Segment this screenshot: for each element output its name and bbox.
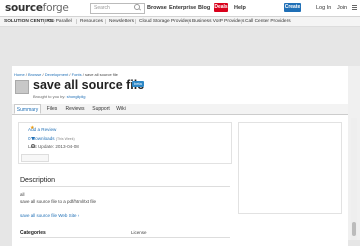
divider (20, 186, 230, 187)
menu-icon[interactable] (352, 5, 357, 10)
project-icon (15, 80, 29, 94)
author-link[interactable]: shongliplig (67, 94, 86, 99)
nav-help[interactable]: Help (234, 4, 246, 12)
tab-reviews[interactable]: Reviews (63, 104, 87, 114)
categories-label: Categories (20, 230, 46, 236)
refresh-icon (31, 144, 35, 148)
description-line-1: all (20, 192, 25, 197)
crumb-fonts[interactable]: Fonts (72, 72, 82, 77)
beta-badge: beta (132, 81, 144, 87)
scrollbar-thumb[interactable] (352, 222, 356, 236)
crumb-development[interactable]: Development (45, 72, 69, 77)
byline-prefix: Brought to you by: (33, 94, 66, 99)
breadcrumb: Home / Browse / Development / Fonts / sa… (14, 72, 118, 77)
downloads-link[interactable]: 0 Downloads (This Week) (28, 136, 75, 141)
crumb-current: save all source file (84, 72, 118, 77)
subnav-business-voip[interactable]: Business VoIP Providers (192, 17, 244, 26)
deals-button[interactable]: Deals (214, 3, 228, 12)
sourceforge-logo[interactable]: sourceforge (5, 2, 69, 14)
download-icon (31, 137, 35, 140)
share-button[interactable] (21, 154, 49, 162)
project-byline: Brought to you by: shongliplig (33, 94, 86, 99)
project-stats: ★ Add a Review 0 Downloads (This Week) La… (18, 122, 232, 164)
last-update: Last Update: 2013-04-08 (28, 144, 79, 149)
solution-centers-bar: SOLUTION CENTERS Go Parallel Resources N… (0, 17, 360, 27)
website-link[interactable]: save all source file Web Site › (20, 213, 79, 218)
logo-forge-text: forge (42, 2, 69, 14)
subnav-call-center[interactable]: Call Center Providers (245, 17, 291, 26)
description-heading: Description (20, 177, 56, 184)
create-button[interactable]: Create (284, 3, 301, 12)
solution-centers-label: SOLUTION CENTERS (4, 19, 54, 24)
subnav-newsletters[interactable]: Newsletters (109, 17, 134, 26)
project-title: save all source file (33, 78, 145, 92)
top-bar: sourceforge Search Browse Enterprise Blo… (0, 0, 360, 17)
tab-summary[interactable]: Summary (14, 104, 41, 114)
divider (20, 237, 230, 238)
nav-browse[interactable]: Browse (147, 4, 167, 12)
tab-support[interactable]: Support (89, 104, 113, 114)
sidebar-ad-box (238, 122, 342, 214)
subnav-resources[interactable]: Resources (80, 17, 103, 26)
subnav-cloud-storage[interactable]: Cloud Storage Providers (139, 17, 191, 26)
project-tabs: Summary Files Reviews Support Wiki (12, 104, 348, 115)
tab-files[interactable]: Files (43, 104, 61, 114)
crumb-home[interactable]: Home (14, 72, 25, 77)
logo-source-text: source (5, 2, 43, 14)
login-link[interactable]: Log In (316, 4, 331, 12)
description-line-2: save all source file to a pdf/html/txt f… (20, 199, 97, 204)
crumb-browse[interactable]: Browse (28, 72, 41, 77)
star-icon: ★ (30, 125, 35, 131)
nav-blog[interactable]: Blog (198, 4, 210, 12)
downloads-note: (This Week) (55, 137, 75, 141)
subnav-go-parallel[interactable]: Go Parallel (48, 17, 72, 26)
search-icon[interactable] (134, 4, 140, 10)
nav-enterprise[interactable]: Enterprise (169, 4, 196, 12)
add-review-link[interactable]: ★ Add a Review (28, 125, 56, 133)
join-link[interactable]: Join (337, 4, 347, 12)
tab-wiki[interactable]: Wiki (113, 104, 129, 114)
license-label: License (131, 230, 147, 235)
